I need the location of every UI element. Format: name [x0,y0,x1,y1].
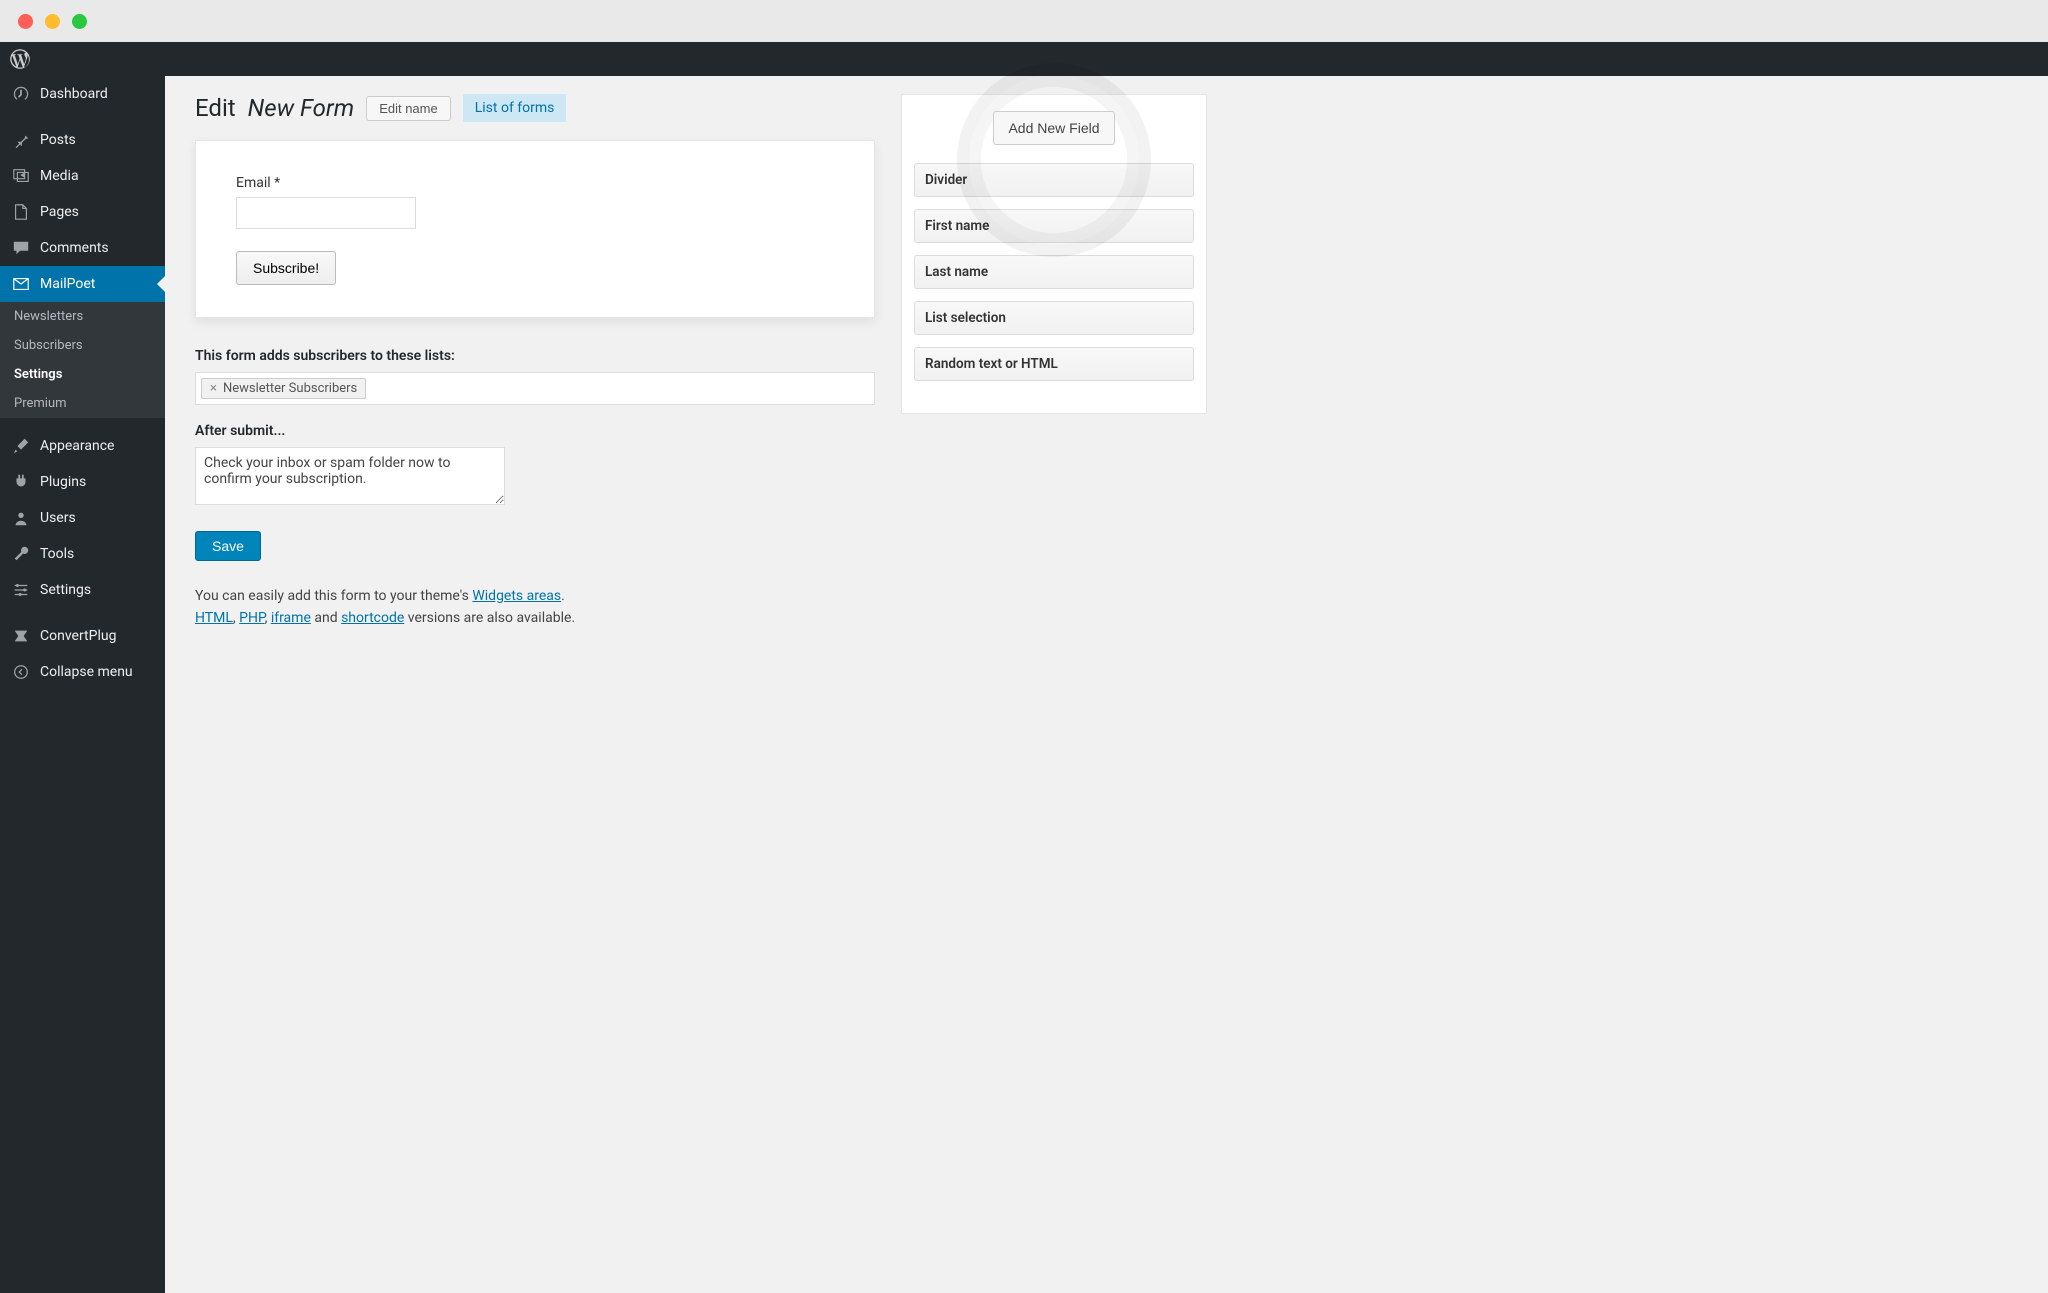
dashboard-icon [12,85,30,103]
widgets-areas-link[interactable]: Widgets areas [472,588,561,604]
form-preview: Email * Subscribe! [195,140,875,318]
page-title-prefix: Edit [195,94,236,122]
sidebar-item-label: Users [40,510,76,526]
help-text: You can easily add this form to your the… [195,585,875,630]
wordpress-logo-icon[interactable] [10,49,30,69]
add-new-field-button[interactable]: Add New Field [993,111,1114,145]
save-button[interactable]: Save [195,531,261,561]
field-random-text[interactable]: Random text or HTML [914,347,1194,381]
sidebar-item-label: Posts [40,132,76,148]
sidebar-item-pages[interactable]: Pages [0,194,165,230]
sidebar-item-convertplug[interactable]: ConvertPlug [0,618,165,654]
submenu-newsletters[interactable]: Newsletters [0,302,165,331]
user-icon [12,509,30,527]
sidebar-item-appearance[interactable]: Appearance [0,428,165,464]
sidebar-item-label: Dashboard [40,86,108,102]
page-title-name: New Form [248,94,355,122]
php-link[interactable]: PHP [239,610,264,626]
sidebar-item-settings[interactable]: Settings [0,572,165,608]
email-input[interactable] [236,197,416,229]
mail-icon [12,275,30,293]
sidebar-item-label: Appearance [40,438,114,454]
field-list-selection[interactable]: List selection [914,301,1194,335]
lists-token-input[interactable]: × Newsletter Subscribers [195,372,875,405]
media-icon [12,167,30,185]
sidebar-item-label: Collapse menu [40,664,133,680]
comments-icon [12,239,30,257]
admin-bar [0,42,2048,76]
plug-icon [12,473,30,491]
sidebar-item-label: Tools [40,546,74,562]
sidebar-submenu-mailpoet: Newsletters Subscribers Settings Premium [0,302,165,418]
admin-sidebar: Dashboard Posts Media Pages Comments Mai… [0,76,165,1293]
after-submit-textarea[interactable] [195,447,505,505]
field-first-name[interactable]: First name [914,209,1194,243]
sidebar-item-dashboard[interactable]: Dashboard [0,76,165,112]
page-title: Edit New Form Edit name List of forms [195,94,875,122]
remove-token-icon[interactable]: × [210,381,217,396]
sidebar-item-posts[interactable]: Posts [0,122,165,158]
email-label: Email * [236,175,834,191]
sidebar-item-label: ConvertPlug [40,628,116,644]
sidebar-item-label: MailPoet [40,276,95,292]
sidebar-item-mailpoet[interactable]: MailPoet [0,266,165,302]
minimize-window-icon[interactable] [45,14,60,29]
html-link[interactable]: HTML [195,610,233,626]
sidebar-item-label: Settings [40,582,91,598]
edit-name-button[interactable]: Edit name [366,96,451,121]
pages-icon [12,203,30,221]
window-chrome [0,0,2048,42]
shortcode-link[interactable]: shortcode [341,610,404,626]
sidebar-item-plugins[interactable]: Plugins [0,464,165,500]
list-of-forms-link[interactable]: List of forms [463,94,567,122]
fields-panel: Add New Field Divider First name Last na… [901,94,1207,414]
submenu-premium[interactable]: Premium [0,389,165,418]
sidebar-item-label: Comments [40,240,109,256]
submenu-subscribers[interactable]: Subscribers [0,331,165,360]
sidebar-item-label: Plugins [40,474,86,490]
close-window-icon[interactable] [18,14,33,29]
pin-icon [12,131,30,149]
list-token: × Newsletter Subscribers [201,378,366,399]
sidebar-item-label: Media [40,168,79,184]
wrench-icon [12,545,30,563]
sliders-icon [12,581,30,599]
sidebar-item-collapse[interactable]: Collapse menu [0,654,165,690]
field-last-name[interactable]: Last name [914,255,1194,289]
subscribe-button[interactable]: Subscribe! [236,251,336,285]
convertplug-icon [12,627,30,645]
sidebar-item-media[interactable]: Media [0,158,165,194]
brush-icon [12,437,30,455]
field-divider[interactable]: Divider [914,163,1194,197]
sidebar-item-comments[interactable]: Comments [0,230,165,266]
submenu-settings[interactable]: Settings [0,360,165,389]
zoom-window-icon[interactable] [72,14,87,29]
sidebar-item-label: Pages [40,204,79,220]
sidebar-item-users[interactable]: Users [0,500,165,536]
collapse-icon [12,663,30,681]
after-submit-heading: After submit... [195,423,875,439]
lists-heading: This form adds subscribers to these list… [195,348,875,364]
list-token-label: Newsletter Subscribers [223,381,357,396]
content: Edit New Form Edit name List of forms Em… [165,76,2048,1293]
sidebar-item-tools[interactable]: Tools [0,536,165,572]
iframe-link[interactable]: iframe [271,610,311,626]
